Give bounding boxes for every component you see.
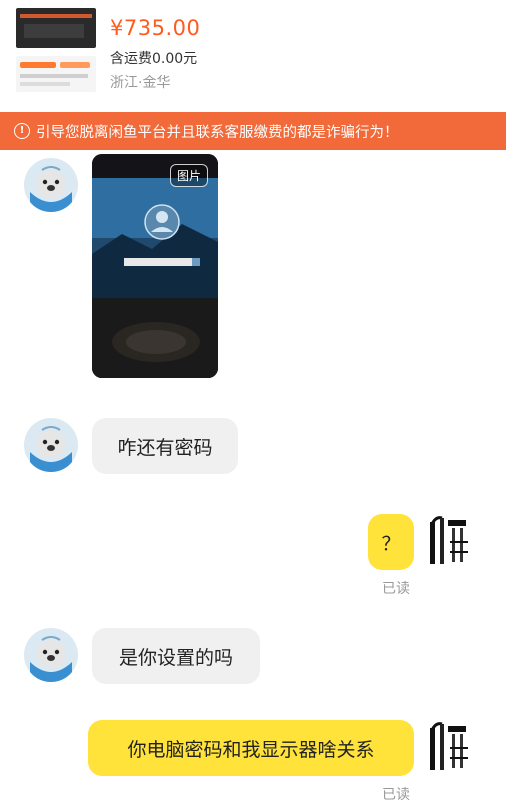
login-screen-photo xyxy=(92,154,218,378)
image-message[interactable]: 图片 xyxy=(92,154,218,378)
image-label: 图片 xyxy=(169,164,208,187)
product-thumbnail[interactable] xyxy=(16,8,96,92)
seller-avatar[interactable] xyxy=(24,158,78,212)
product-image-top xyxy=(16,8,96,48)
warning-circle-icon: ! xyxy=(14,123,30,139)
user-avatar[interactable] xyxy=(426,512,476,572)
incoming-message[interactable]: 咋还有密码 xyxy=(92,418,238,474)
product-location: 浙江·金华 xyxy=(110,75,171,91)
seller-avatar[interactable] xyxy=(24,628,78,682)
user-avatar[interactable] xyxy=(426,718,476,778)
outgoing-message[interactable]: 你电脑密码和我显示器啥关系 xyxy=(88,720,414,776)
product-card[interactable]: ¥735.00 含运费0.00元 浙江·金华 xyxy=(0,0,506,112)
outgoing-message[interactable]: ？ xyxy=(368,514,414,570)
read-receipt: 已读 xyxy=(382,581,410,597)
product-image-bottom xyxy=(16,56,96,92)
read-receipt: 已读 xyxy=(382,787,410,803)
seller-avatar[interactable] xyxy=(24,418,78,472)
banner-text: 引导您脱离闲鱼平台并且联系客服缴费的都是诈骗行为！ xyxy=(36,124,399,141)
shipping-info: 含运费0.00元 xyxy=(110,51,198,67)
incoming-message[interactable]: 是你设置的吗 xyxy=(92,628,260,684)
fraud-warning-banner: ! 引导您脱离闲鱼平台并且联系客服缴费的都是诈骗行为！ xyxy=(0,112,506,150)
product-price: ¥735.00 xyxy=(110,16,201,40)
